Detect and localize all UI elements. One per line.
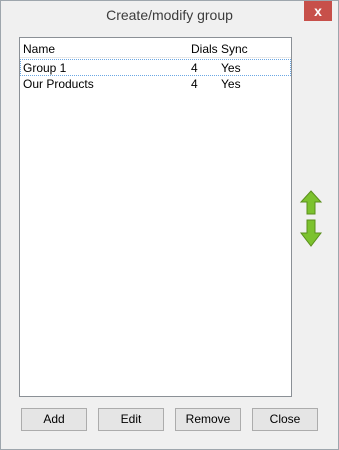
add-button[interactable]: Add (21, 408, 87, 431)
row-dials: 4 (191, 61, 198, 75)
edit-button[interactable]: Edit (98, 408, 164, 431)
row-sync: Yes (221, 77, 241, 91)
create-modify-group-dialog: Create/modify group x Name Dials Sync Gr… (0, 0, 339, 450)
close-icon: x (314, 3, 322, 19)
column-header-name[interactable]: Name (23, 42, 55, 56)
row-dials: 4 (191, 77, 198, 91)
down-arrow-icon[interactable] (299, 219, 323, 247)
close-button[interactable]: Close (252, 408, 318, 431)
list-row[interactable]: Our Products 4 Yes (20, 76, 291, 93)
remove-button[interactable]: Remove (175, 408, 241, 431)
reorder-controls (299, 189, 323, 249)
list-header: Name Dials Sync (20, 38, 291, 58)
column-header-dials[interactable]: Dials (191, 42, 218, 56)
title-bar: Create/modify group x (1, 1, 338, 31)
list-row[interactable]: Group 1 4 Yes (20, 59, 291, 76)
row-name: Group 1 (23, 61, 67, 75)
up-arrow-icon[interactable] (299, 190, 323, 215)
group-list[interactable]: Name Dials Sync Group 1 4 Yes Our Produc… (19, 37, 292, 397)
window-title: Create/modify group (106, 7, 233, 23)
reorder-arrows (299, 190, 323, 247)
row-name: Our Products (23, 77, 94, 91)
column-header-sync[interactable]: Sync (221, 42, 248, 56)
close-window-button[interactable]: x (304, 1, 332, 21)
row-sync: Yes (221, 61, 241, 75)
